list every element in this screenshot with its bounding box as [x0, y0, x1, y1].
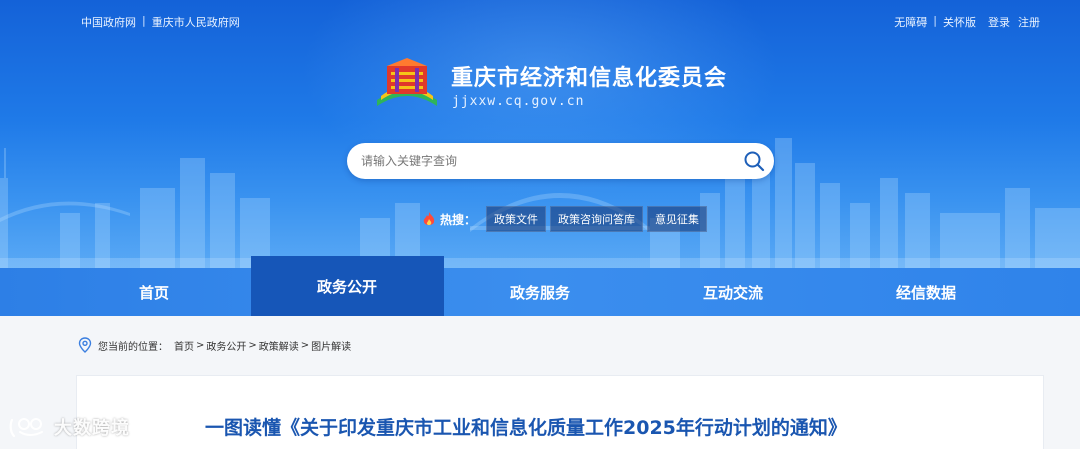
search-input[interactable] [361, 143, 721, 179]
header-banner: 中国政府网 | 重庆市人民政府网 无障碍 | 关怀版 登录 注册 重庆市经济和信… [0, 0, 1080, 268]
hot-search-label: 热搜： [440, 212, 477, 227]
breadcrumb: 您当前的位置： 首页 > 政务公开 > 政策解读 > 图片解读 [78, 337, 351, 353]
divider: | [142, 14, 146, 27]
top-links-left: 中国政府网 | 重庆市人民政府网 [81, 14, 240, 30]
location-pin-icon [78, 337, 92, 353]
watermark-logo-icon [9, 418, 43, 438]
article-card: 一图读懂《关于印发重庆市工业和信息化质量工作2025年行动计划的通知》 [76, 375, 1044, 449]
nav-item-gov-affairs-open[interactable]: 政务公开 [250, 256, 444, 316]
top-links-right: 无障碍 | 关怀版 登录 注册 [894, 14, 1040, 30]
nav-item-econ-info-data[interactable]: 经信数据 [830, 268, 1023, 316]
breadcrumb-policy-interpretation[interactable]: 政策解读 [259, 338, 299, 353]
watermark: 大数跨境 [8, 414, 130, 440]
search-icon[interactable] [742, 149, 766, 173]
elder-care-mode-link[interactable]: 关怀版 [943, 14, 976, 30]
breadcrumb-separator: > [196, 339, 205, 351]
breadcrumb-prefix: 您当前的位置： [98, 341, 168, 353]
hot-search: 热搜： 政策文件 政策咨询问答库 意见征集 [422, 206, 708, 232]
site-logo-emblem[interactable] [371, 56, 443, 112]
nav-item-interaction[interactable]: 互动交流 [637, 268, 830, 316]
nav-item-gov-services[interactable]: 政务服务 [444, 268, 637, 316]
main-nav: 首页 政务公开 政务服务 互动交流 经信数据 [0, 256, 1080, 316]
register-link[interactable]: 注册 [1018, 14, 1040, 30]
hot-tag-policy-qa[interactable]: 政策咨询问答库 [550, 206, 644, 232]
watermark-text: 大数跨境 [54, 418, 130, 439]
city-gov-link[interactable]: 重庆市人民政府网 [152, 14, 240, 30]
breadcrumb-home[interactable]: 首页 [174, 338, 194, 353]
accessibility-link[interactable]: 无障碍 [894, 14, 927, 30]
divider: | [933, 14, 937, 27]
breadcrumb-separator: > [248, 339, 257, 351]
site-title[interactable]: 重庆市经济和信息化委员会 [451, 60, 727, 92]
breadcrumb-gov-affairs-open[interactable]: 政务公开 [206, 338, 246, 353]
hot-tag-policy-docs[interactable]: 政策文件 [486, 206, 547, 232]
hot-tag-opinion-collection[interactable]: 意见征集 [647, 206, 708, 232]
search-bar [347, 143, 774, 179]
city-skyline-illustration [0, 138, 1080, 268]
breadcrumb-separator: > [300, 339, 310, 351]
nav-item-home[interactable]: 首页 [58, 268, 251, 316]
flame-icon [423, 212, 435, 226]
gov-portal-link[interactable]: 中国政府网 [81, 14, 136, 30]
breadcrumb-graphic-interpretation[interactable]: 图片解读 [311, 338, 351, 353]
login-link[interactable]: 登录 [988, 14, 1010, 30]
article-title: 一图读懂《关于印发重庆市工业和信息化质量工作2025年行动计划的通知》 [205, 417, 847, 439]
site-url: jjxxw.cq.gov.cn [452, 94, 585, 109]
